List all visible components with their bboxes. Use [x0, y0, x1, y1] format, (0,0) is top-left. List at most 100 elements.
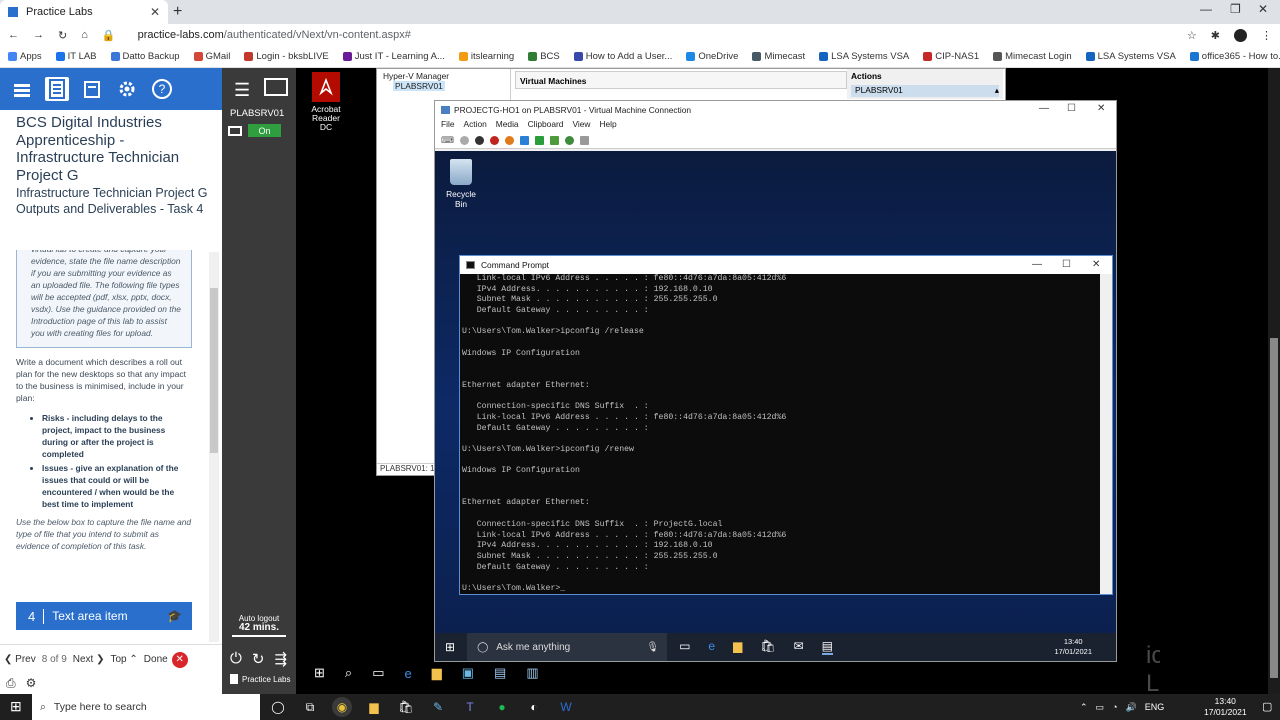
bookmark-item[interactable]: GMail: [193, 51, 230, 62]
stack-icon[interactable]: [10, 77, 34, 101]
content-icon[interactable]: [45, 77, 69, 101]
enhanced-session-icon[interactable]: [580, 136, 589, 145]
file-explorer-icon[interactable]: ▆: [733, 639, 742, 655]
top-button[interactable]: Top ⌃: [111, 654, 138, 665]
vm-menu-media[interactable]: Media: [496, 119, 519, 133]
turn-off-icon[interactable]: [475, 136, 484, 145]
host-ie-icon[interactable]: e: [404, 666, 411, 681]
monitor-icon[interactable]: [228, 125, 242, 136]
fullscreen-icon[interactable]: [264, 78, 288, 96]
star-icon[interactable]: ☆: [1187, 29, 1197, 42]
chrome-icon[interactable]: ◉: [332, 697, 352, 717]
tray-chevron-icon[interactable]: ⌃: [1080, 702, 1088, 713]
bookmark-item[interactable]: Datto Backup: [110, 51, 180, 62]
vm-close-icon[interactable]: ✕: [1097, 103, 1105, 114]
content-scrollbar[interactable]: [209, 252, 219, 642]
restart-icon[interactable]: ↻: [252, 650, 265, 668]
task-view-taskbar-icon[interactable]: ⧉: [300, 697, 320, 717]
lab-tool-icon[interactable]: ⚙: [26, 676, 37, 690]
resume-icon[interactable]: [535, 136, 544, 145]
edge-icon[interactable]: e: [708, 639, 715, 655]
vm-minimize-icon[interactable]: —: [1039, 103, 1049, 114]
minimize-icon[interactable]: —: [1200, 2, 1212, 16]
teams-icon[interactable]: T: [460, 697, 480, 717]
host-search-icon[interactable]: ⌕: [345, 665, 352, 681]
shutdown-icon[interactable]: [490, 136, 499, 145]
ctrl-alt-del-icon[interactable]: ⌨: [441, 135, 454, 146]
collapse-icon[interactable]: ▴: [995, 85, 999, 97]
volume-icon[interactable]: 🔊: [1126, 702, 1137, 713]
revert-icon[interactable]: [565, 136, 574, 145]
store-taskbar-icon[interactable]: 🛍: [396, 697, 416, 717]
host-server-manager-icon[interactable]: ▣: [462, 665, 474, 681]
scrollbar-thumb[interactable]: [210, 288, 218, 453]
bookmark-item[interactable]: CIP-NAS1: [923, 51, 979, 62]
page-scrollbar[interactable]: [1268, 68, 1280, 694]
paint-icon[interactable]: ✎: [428, 697, 448, 717]
cmd-scrollbar[interactable]: [1100, 274, 1112, 594]
restore-icon[interactable]: ❐: [1230, 2, 1241, 16]
print-icon[interactable]: ⎙: [6, 676, 16, 691]
bookmark-item[interactable]: How to Add a User...: [573, 51, 672, 62]
cmd-output[interactable]: Link-local IPv6 Address . . . . . : fe80…: [462, 274, 1102, 594]
vm-menu-help[interactable]: Help: [599, 119, 616, 133]
menu-icon[interactable]: ⋮: [1261, 29, 1272, 42]
explorer-taskbar-icon[interactable]: ▆: [364, 697, 384, 717]
bookmark-item[interactable]: OneDrive: [686, 51, 738, 62]
host-start-icon[interactable]: ⊞: [314, 665, 325, 681]
battery-icon[interactable]: ▭: [1096, 702, 1105, 713]
recycle-bin-desktop-icon[interactable]: Recycle Bin: [441, 159, 481, 209]
windows-start-icon[interactable]: ⊞: [10, 698, 22, 715]
task-view-icon[interactable]: ▭: [679, 639, 690, 655]
hyperv-root[interactable]: Hyper-V Manager: [383, 71, 506, 81]
cortana-taskbar-icon[interactable]: ◯: [268, 697, 288, 717]
lab-content-scroll[interactable]: Evidence: Use the tools within the virtu…: [16, 250, 192, 640]
bookmark-item[interactable]: IT LAB: [55, 51, 97, 62]
help-icon[interactable]: ?: [150, 77, 174, 101]
windows-search-box[interactable]: ⌕ Type here to search: [32, 694, 260, 720]
vm-menu-file[interactable]: File: [441, 119, 455, 133]
cmd-maximize-icon[interactable]: ☐: [1062, 259, 1071, 270]
vm-menu-action[interactable]: Action: [464, 119, 487, 133]
next-button[interactable]: Next ❯: [73, 654, 105, 665]
text-area-item-button[interactable]: 4 Text area item 🎓: [16, 602, 192, 630]
hyperv-node[interactable]: PLABSRV01: [393, 81, 445, 91]
word-icon[interactable]: W: [556, 697, 576, 717]
bookmark-item[interactable]: office365 - How to...: [1189, 51, 1280, 62]
close-window-icon[interactable]: ✕: [1258, 2, 1268, 16]
command-prompt-window[interactable]: Command Prompt — ☐ ✕ Link-local IPv6 Add…: [459, 255, 1113, 595]
bookmark-item[interactable]: Login - bksbLIVE: [244, 51, 329, 62]
start-icon[interactable]: [460, 136, 469, 145]
language-indicator[interactable]: ENG: [1145, 702, 1165, 712]
notes-icon[interactable]: [80, 77, 104, 101]
bookmark-item[interactable]: LSA Systems VSA: [819, 51, 909, 62]
power-icon[interactable]: ⏻: [230, 650, 242, 668]
network-icon[interactable]: ◔: [1112, 702, 1117, 712]
power-vm-icon[interactable]: [505, 136, 514, 145]
reload-icon[interactable]: ↻: [58, 29, 67, 42]
url-bar[interactable]: practice-labs.com/authenticated/vNext/vn…: [138, 29, 411, 41]
home-icon[interactable]: ⌂: [81, 29, 88, 41]
guest-start-icon[interactable]: ⊞: [445, 640, 455, 654]
vm-menu-view[interactable]: View: [572, 119, 590, 133]
vm-connection-window[interactable]: PROJECTG-HO1 on PLABSRV01 - Virtual Mach…: [434, 100, 1117, 662]
vm-menu-clipboard[interactable]: Clipboard: [528, 119, 564, 133]
back-icon[interactable]: ←: [8, 29, 19, 41]
store-icon[interactable]: 🛍: [760, 639, 775, 655]
bookmark-item[interactable]: Mimecast: [752, 51, 805, 62]
bookmark-item[interactable]: LSA Systems VSA: [1085, 51, 1176, 62]
notifications-icon[interactable]: ▢: [1262, 700, 1272, 713]
profile-icon[interactable]: [1234, 28, 1247, 42]
mail-icon[interactable]: ✉: [794, 639, 804, 655]
actions-item[interactable]: PLABSRV01 ▴: [851, 85, 999, 97]
checkpoint-icon[interactable]: [550, 136, 559, 145]
pause-icon[interactable]: [520, 136, 529, 145]
cmd-minimize-icon[interactable]: —: [1032, 259, 1042, 270]
host-task-view-icon[interactable]: ▭: [372, 665, 384, 681]
guest-search-box[interactable]: ◯ Ask me anything 🎙: [467, 633, 668, 661]
send-keys-icon[interactable]: ⇶: [274, 650, 287, 668]
new-tab-button[interactable]: +: [173, 3, 182, 21]
bookmark-item[interactable]: itslearning: [458, 51, 514, 62]
prev-button[interactable]: ❮ Prev: [4, 654, 36, 665]
host-hyperv-icon[interactable]: ▤: [494, 665, 506, 681]
